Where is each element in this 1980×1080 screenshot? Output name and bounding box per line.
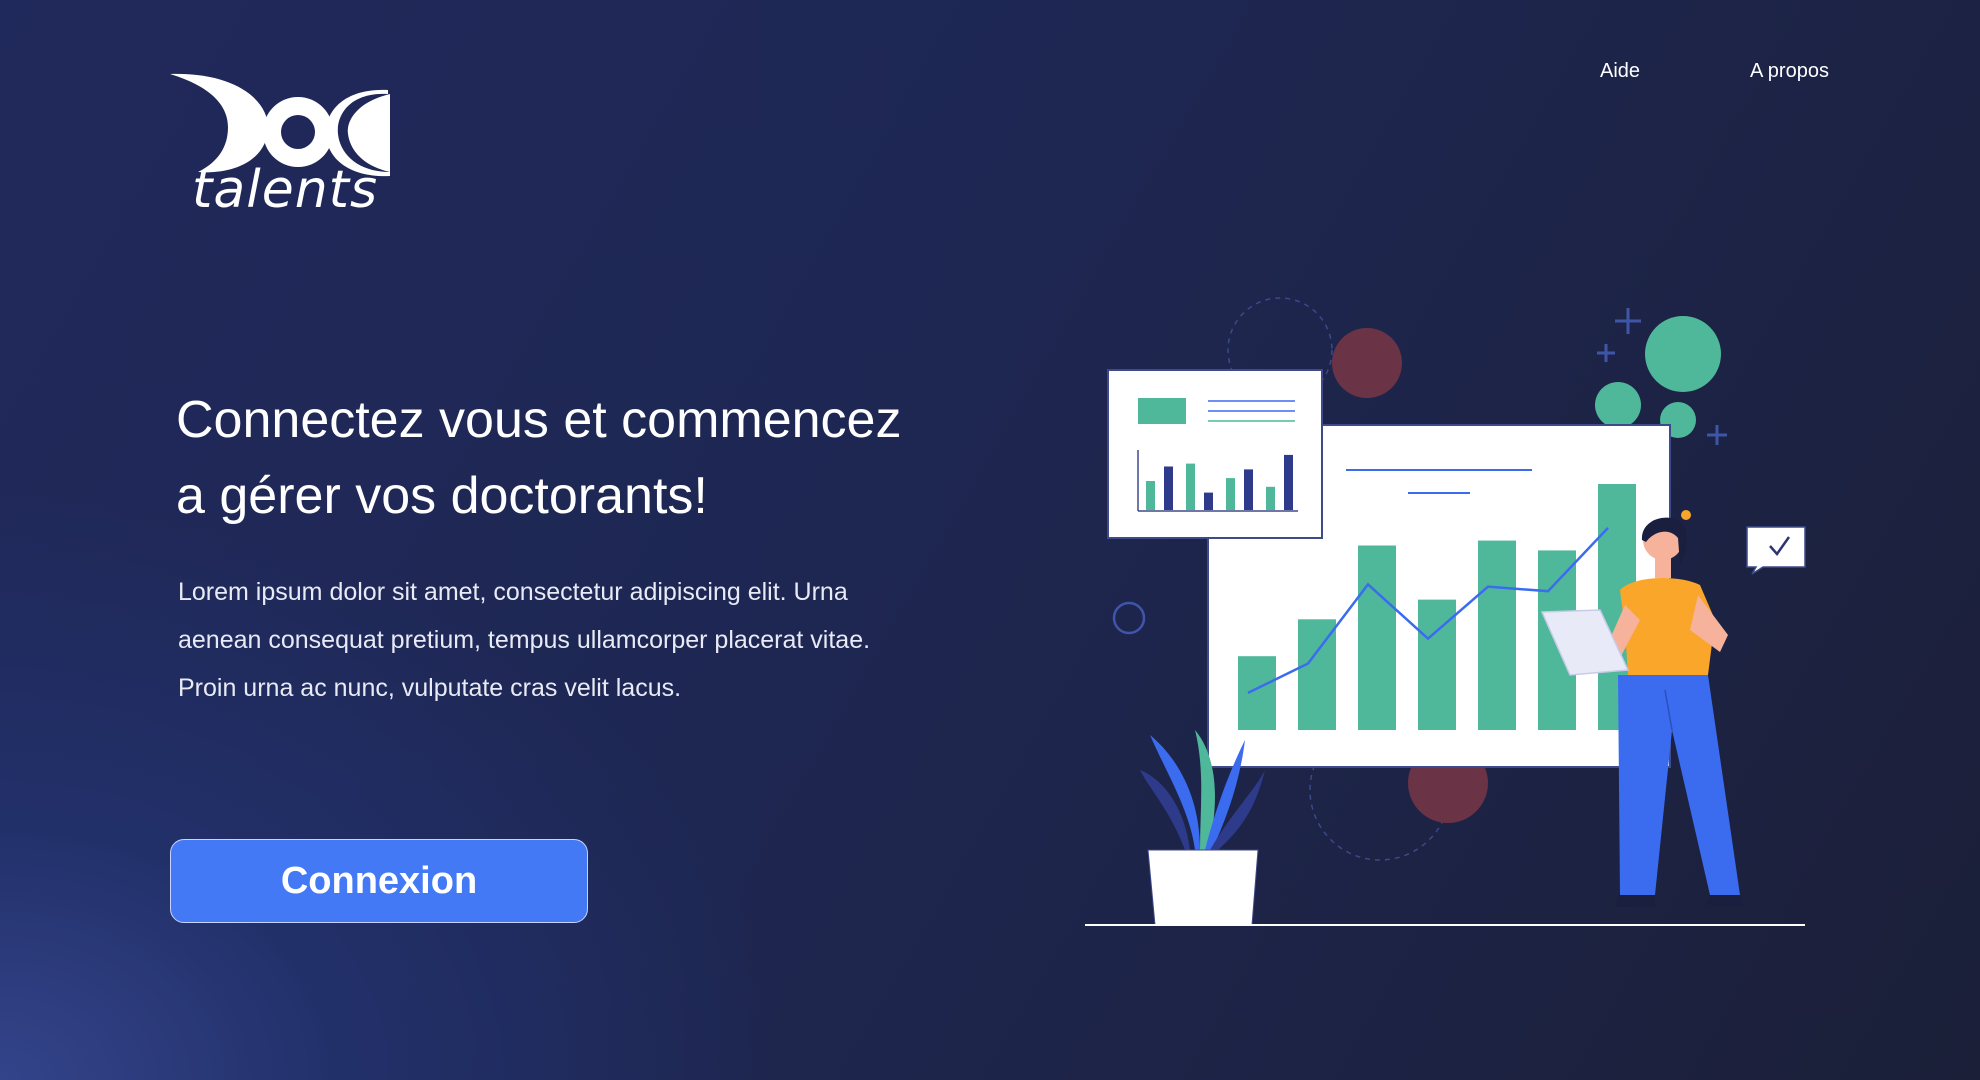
logo-wordmark: talents — [192, 160, 379, 220]
green-circle-decor — [1645, 316, 1721, 392]
small-bar — [1204, 492, 1213, 510]
main-bar — [1478, 540, 1516, 730]
hero-headline: Connectez vous et commencez a gérer vos … — [176, 382, 1076, 534]
small-chart-panel — [1107, 369, 1323, 539]
red-circle-decor — [1332, 328, 1402, 398]
main-bar — [1358, 545, 1396, 730]
login-button[interactable]: Connexion — [170, 839, 588, 923]
nav-link-aide[interactable]: Aide — [1600, 60, 1640, 83]
analytics-illustration — [1085, 297, 1806, 926]
hero-description: Lorem ipsum dolor sit amet, consectetur … — [178, 578, 871, 702]
green-circle-decor — [1595, 382, 1641, 428]
small-bar — [1226, 478, 1235, 510]
small-bar — [1244, 469, 1253, 510]
hero-headline-line2: a gérer vos doctorants! — [176, 467, 708, 525]
ring-decor — [1112, 601, 1146, 635]
nav-link-a-propos[interactable]: A propos — [1750, 60, 1829, 83]
small-bar — [1164, 466, 1173, 510]
hero-headline-line1: Connectez vous et commencez — [176, 391, 902, 449]
logo[interactable]: talents — [168, 72, 398, 222]
check-bubble-icon — [1746, 526, 1806, 575]
top-nav: Aide A propos — [1580, 60, 1880, 90]
dashboard-illustration — [1080, 290, 1820, 940]
small-bar — [1266, 486, 1275, 510]
small-bar — [1146, 481, 1155, 510]
small-bar — [1186, 463, 1195, 510]
small-bar — [1284, 454, 1293, 510]
main-bar — [1238, 656, 1276, 730]
